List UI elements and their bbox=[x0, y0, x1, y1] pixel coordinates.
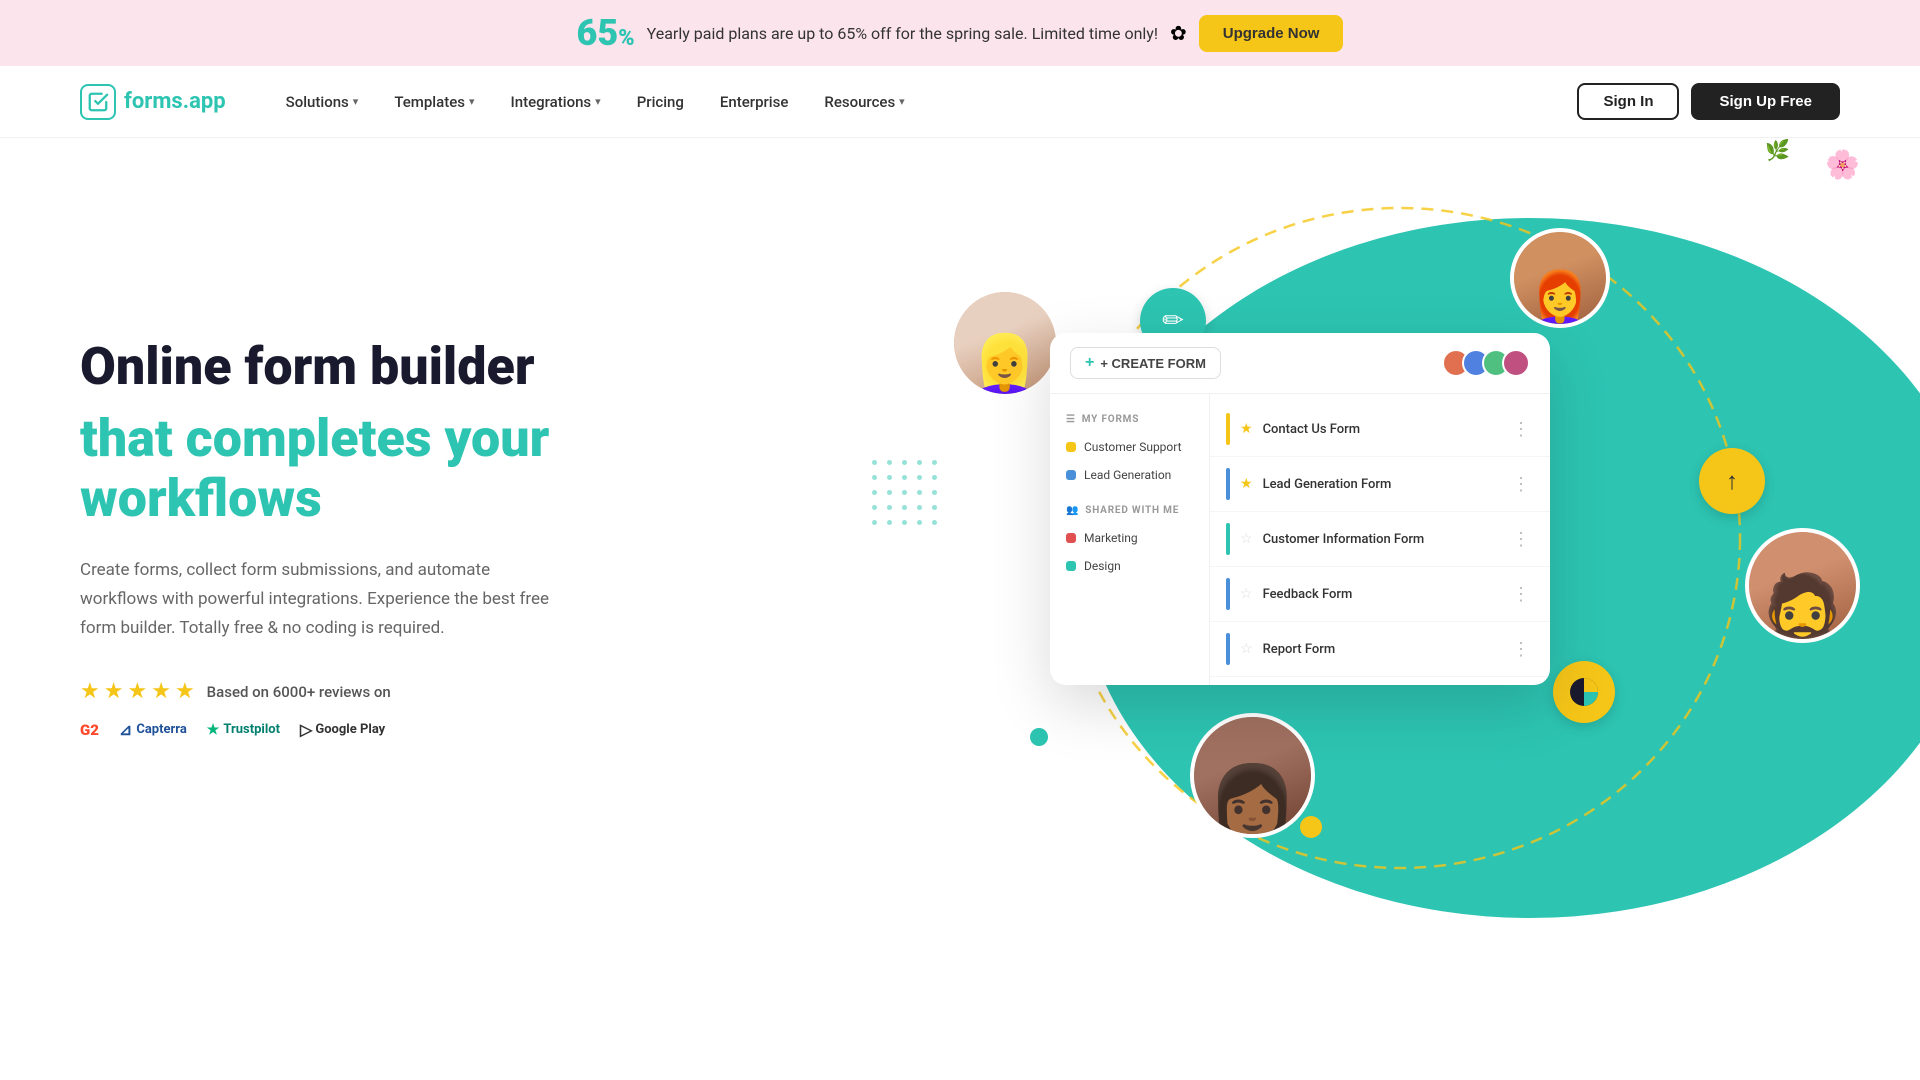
create-form-button[interactable]: + + CREATE FORM bbox=[1070, 347, 1221, 379]
discount-percent: 65% bbox=[577, 12, 635, 54]
star-icon: ★ bbox=[1240, 421, 1253, 437]
pie-chart-icon bbox=[1568, 676, 1600, 708]
g2-badge: G2 bbox=[80, 721, 99, 739]
promo-banner: 65% Yearly paid plans are up to 65% off … bbox=[0, 0, 1920, 66]
flower-decor-2: 🌿 bbox=[1765, 138, 1790, 162]
more-options-icon[interactable]: ⋮ bbox=[1508, 419, 1534, 440]
nav-item-solutions[interactable]: Solutions ▾ bbox=[286, 93, 359, 111]
signin-button[interactable]: Sign In bbox=[1577, 83, 1679, 120]
sidebar-item-marketing[interactable]: Marketing bbox=[1050, 524, 1209, 552]
form-row[interactable]: ☆ Customer Information Form ⋮ bbox=[1210, 512, 1550, 567]
navbar: forms.app Solutions ▾ Templates ▾ Integr… bbox=[0, 66, 1920, 138]
form-color-bar bbox=[1226, 578, 1230, 610]
pencil-icon: ✏ bbox=[1162, 306, 1184, 336]
sidebar-item-lead-generation[interactable]: Lead Generation bbox=[1050, 461, 1209, 489]
mini-avatar-4 bbox=[1502, 349, 1530, 377]
avatar-top-right: 👩‍🦰 bbox=[1510, 228, 1610, 328]
star-3: ★ bbox=[127, 679, 147, 704]
nav-item-integrations[interactable]: Integrations ▾ bbox=[511, 93, 601, 111]
nav-item-enterprise[interactable]: Enterprise bbox=[720, 93, 788, 111]
plus-icon: + bbox=[1085, 354, 1094, 372]
share-icon: ↑ bbox=[1726, 467, 1738, 496]
app-window-body: ☰ MY FORMS Customer Support Lead Generat… bbox=[1050, 394, 1550, 685]
upgrade-button[interactable]: Upgrade Now bbox=[1199, 15, 1344, 52]
hero-title-line1: Online form builder bbox=[80, 337, 660, 397]
nav-item-resources[interactable]: Resources ▾ bbox=[824, 93, 904, 111]
star-icon: ☆ bbox=[1240, 586, 1253, 602]
shared-icon: 👥 bbox=[1066, 505, 1079, 516]
hero-content: Online form builder that completes your … bbox=[80, 337, 660, 739]
hero-title-line2: that completes your workflows bbox=[80, 409, 660, 529]
nav-right: Sign In Sign Up Free bbox=[1577, 83, 1840, 120]
avatar-bottom-center: 👩🏾 bbox=[1190, 713, 1315, 838]
sidebar-dot bbox=[1066, 533, 1076, 543]
sidebar-dot bbox=[1066, 442, 1076, 452]
review-text: Based on 6000+ reviews on bbox=[207, 683, 391, 701]
snowflake-icon: ✿ bbox=[1170, 21, 1187, 45]
chevron-down-icon: ▾ bbox=[469, 95, 475, 108]
orbit-dot-yellow-br bbox=[1300, 816, 1322, 838]
trustpilot-badge: ★ Trustpilot bbox=[207, 722, 280, 738]
capterra-badge: ⊿ Capterra bbox=[119, 720, 187, 739]
sidebar-item-design[interactable]: Design bbox=[1050, 552, 1209, 580]
form-color-bar bbox=[1226, 633, 1230, 665]
more-options-icon[interactable]: ⋮ bbox=[1508, 529, 1534, 550]
avatar-right-middle: 🧔 bbox=[1745, 528, 1860, 643]
star-icon: ★ bbox=[1240, 476, 1253, 492]
sidebar-dot bbox=[1066, 470, 1076, 480]
nav-item-pricing[interactable]: Pricing bbox=[637, 93, 684, 111]
form-color-bar bbox=[1226, 468, 1230, 500]
hero-illustration: 👱‍♀️ 👩‍🦰 🧔 👩🏾 ✏ ↑ bbox=[820, 138, 1920, 918]
star-rating: ★ ★ ★ ★ ★ bbox=[80, 679, 195, 704]
review-platforms: G2 ⊿ Capterra ★ Trustpilot ▷ Google Play bbox=[80, 720, 660, 739]
grid-dots-right bbox=[1721, 734, 1790, 788]
form-row[interactable]: ☆ Feedback Form ⋮ bbox=[1210, 567, 1550, 622]
logo[interactable]: forms.app bbox=[80, 84, 226, 120]
chevron-down-icon: ▾ bbox=[595, 95, 601, 108]
star-1: ★ bbox=[80, 679, 100, 704]
chevron-down-icon: ▾ bbox=[353, 95, 359, 108]
orbit-dot-teal bbox=[1030, 728, 1048, 746]
banner-text: Yearly paid plans are up to 65% off for … bbox=[647, 24, 1158, 43]
form-row[interactable]: ★ Lead Generation Form ⋮ bbox=[1210, 457, 1550, 512]
form-row[interactable]: ☆ Report Form ⋮ bbox=[1210, 622, 1550, 677]
share-icon-circle: ↑ bbox=[1699, 448, 1765, 514]
more-options-icon[interactable]: ⋮ bbox=[1508, 584, 1534, 605]
nav-links: Solutions ▾ Templates ▾ Integrations ▾ P… bbox=[286, 93, 1578, 111]
signup-button[interactable]: Sign Up Free bbox=[1691, 83, 1840, 120]
avatar-group bbox=[1442, 349, 1530, 377]
star-2: ★ bbox=[104, 679, 124, 704]
flower-decor-1: 🌸 bbox=[1825, 148, 1860, 181]
hero-description: Create forms, collect form submissions, … bbox=[80, 556, 560, 643]
form-row[interactable]: ★ Contact Us Form ⋮ bbox=[1210, 402, 1550, 457]
nav-item-templates[interactable]: Templates ▾ bbox=[394, 93, 474, 111]
more-options-icon[interactable]: ⋮ bbox=[1508, 474, 1534, 495]
form-list: ★ Contact Us Form ⋮ ★ Lead Generation Fo… bbox=[1210, 394, 1550, 685]
forms-icon: ☰ bbox=[1066, 414, 1076, 425]
sidebar-item-customer-support[interactable]: Customer Support bbox=[1050, 433, 1209, 461]
sidebar-dot bbox=[1066, 561, 1076, 571]
star-5: ★ bbox=[175, 679, 195, 704]
star-4: ★ bbox=[151, 679, 171, 704]
app-sidebar: ☰ MY FORMS Customer Support Lead Generat… bbox=[1050, 394, 1210, 685]
app-window-header: + + CREATE FORM bbox=[1050, 333, 1550, 394]
googleplay-badge: ▷ Google Play bbox=[300, 720, 385, 739]
star-icon: ☆ bbox=[1240, 641, 1253, 657]
shared-with-me-section: 👥 SHARED WITH ME bbox=[1050, 501, 1209, 524]
logo-icon bbox=[80, 84, 116, 120]
reviews-section: ★ ★ ★ ★ ★ Based on 6000+ reviews on G2 ⊿… bbox=[80, 679, 660, 739]
chart-icon-circle bbox=[1553, 661, 1615, 723]
app-window: + + CREATE FORM ☰ MY FORMS bbox=[1050, 333, 1550, 685]
star-icon: ☆ bbox=[1240, 531, 1253, 547]
form-color-bar bbox=[1226, 523, 1230, 555]
my-forms-section: ☰ MY FORMS bbox=[1050, 410, 1209, 433]
form-color-bar bbox=[1226, 413, 1230, 445]
logo-text: forms.app bbox=[124, 89, 226, 114]
more-options-icon[interactable]: ⋮ bbox=[1508, 639, 1534, 660]
avatar-top-left: 👱‍♀️ bbox=[950, 288, 1060, 398]
chevron-down-icon: ▾ bbox=[899, 95, 905, 108]
hero-section: Online form builder that completes your … bbox=[0, 138, 1920, 918]
grid-dots-left bbox=[870, 458, 939, 527]
